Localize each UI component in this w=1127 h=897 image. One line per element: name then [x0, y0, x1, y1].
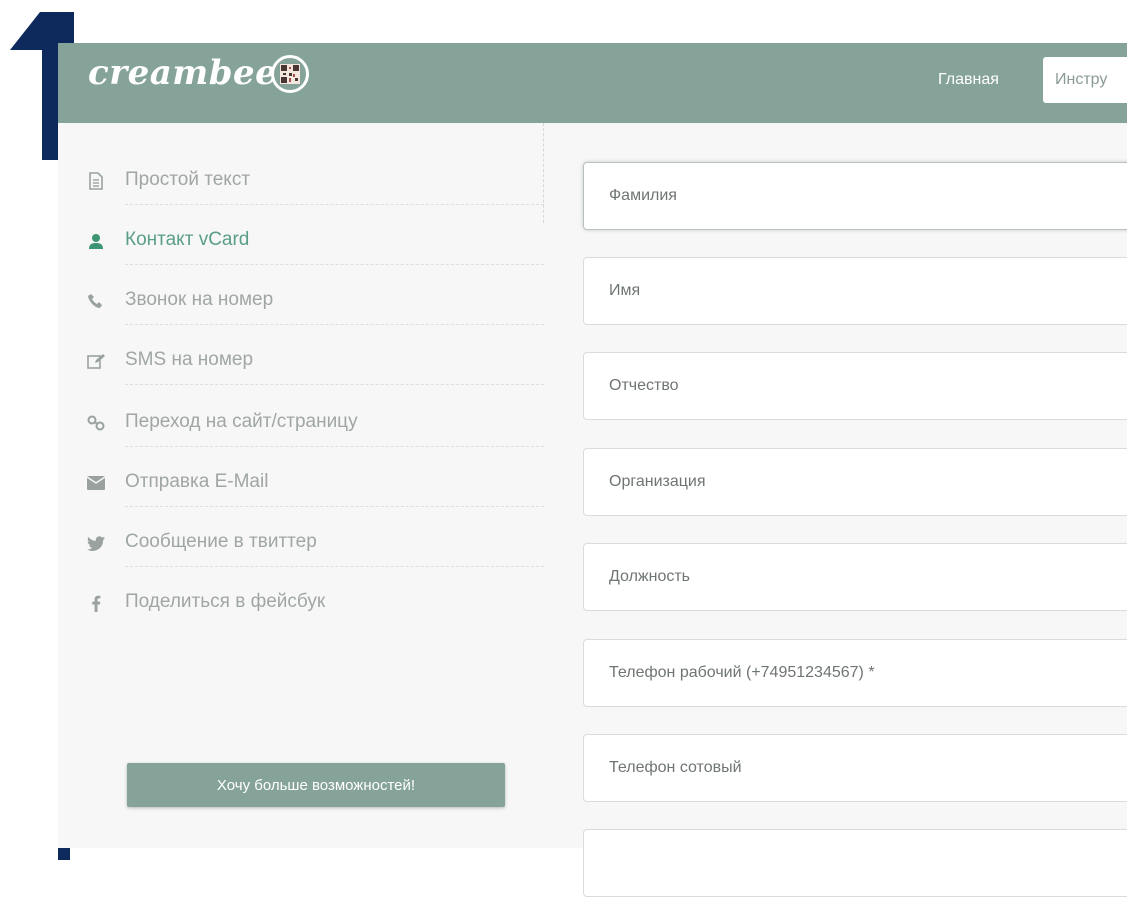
sidebar-item-label: Сообщение в твиттер: [125, 531, 317, 552]
sidebar-item-plain-text[interactable]: Простой текст: [58, 165, 548, 205]
divider: [125, 446, 544, 447]
last-name-field[interactable]: [583, 162, 1127, 230]
sidebar-item-label: Звонок на номер: [125, 289, 274, 310]
sidebar-item-facebook[interactable]: Поделиться в фейсбук: [58, 587, 548, 625]
facebook-icon: [86, 593, 106, 613]
organization-field[interactable]: [583, 448, 1127, 516]
edit-icon: [86, 351, 106, 371]
first-name-field[interactable]: [583, 257, 1127, 325]
person-icon: [86, 231, 106, 251]
divider: [125, 384, 544, 385]
sidebar-item-label: SMS на номер: [125, 349, 254, 370]
divider: [125, 264, 544, 265]
sidebar-item-call[interactable]: Звонок на номер: [58, 285, 548, 325]
sidebar-item-label: Поделиться в фейсбук: [125, 591, 326, 612]
nav-home-link[interactable]: Главная: [938, 71, 999, 89]
mobile-phone-field[interactable]: [583, 734, 1127, 802]
sidebar-item-label: Простой текст: [125, 169, 251, 190]
app-window: creambee Главная Инстру Простой текст Ко…: [58, 43, 1127, 897]
sidebar-item-label: Переход на сайт/страницу: [125, 411, 358, 432]
next-field[interactable]: [583, 829, 1127, 897]
qr-logo-icon: [271, 55, 309, 93]
document-icon: [86, 171, 106, 191]
work-phone-field[interactable]: [583, 639, 1127, 707]
phone-icon: [86, 291, 106, 311]
logo[interactable]: creambee: [88, 53, 277, 93]
middle-name-field[interactable]: [583, 352, 1127, 420]
divider: [125, 324, 544, 325]
divider: [125, 566, 544, 567]
nav-tools-tab[interactable]: Инстру: [1043, 57, 1127, 103]
divider: [125, 204, 544, 205]
sidebar-item-label: Отправка E-Mail: [125, 471, 269, 492]
divider: [125, 506, 544, 507]
position-field[interactable]: [583, 543, 1127, 611]
link-icon: [86, 413, 106, 433]
twitter-icon: [86, 533, 106, 553]
sidebar: Простой текст Контакт vCard Звонок на но…: [58, 123, 548, 807]
sidebar-item-website[interactable]: Переход на сайт/страницу: [58, 407, 548, 447]
more-features-button[interactable]: Хочу больше возможностей!: [127, 763, 505, 807]
sidebar-item-email[interactable]: Отправка E-Mail: [58, 467, 548, 507]
sidebar-item-vcard[interactable]: Контакт vCard: [58, 225, 548, 265]
header-bar: creambee Главная Инстру: [58, 43, 1127, 123]
envelope-icon: [86, 473, 106, 493]
sidebar-item-sms[interactable]: SMS на номер: [58, 345, 548, 385]
sidebar-item-label: Контакт vCard: [125, 229, 250, 250]
sidebar-item-twitter[interactable]: Сообщение в твиттер: [58, 527, 548, 567]
